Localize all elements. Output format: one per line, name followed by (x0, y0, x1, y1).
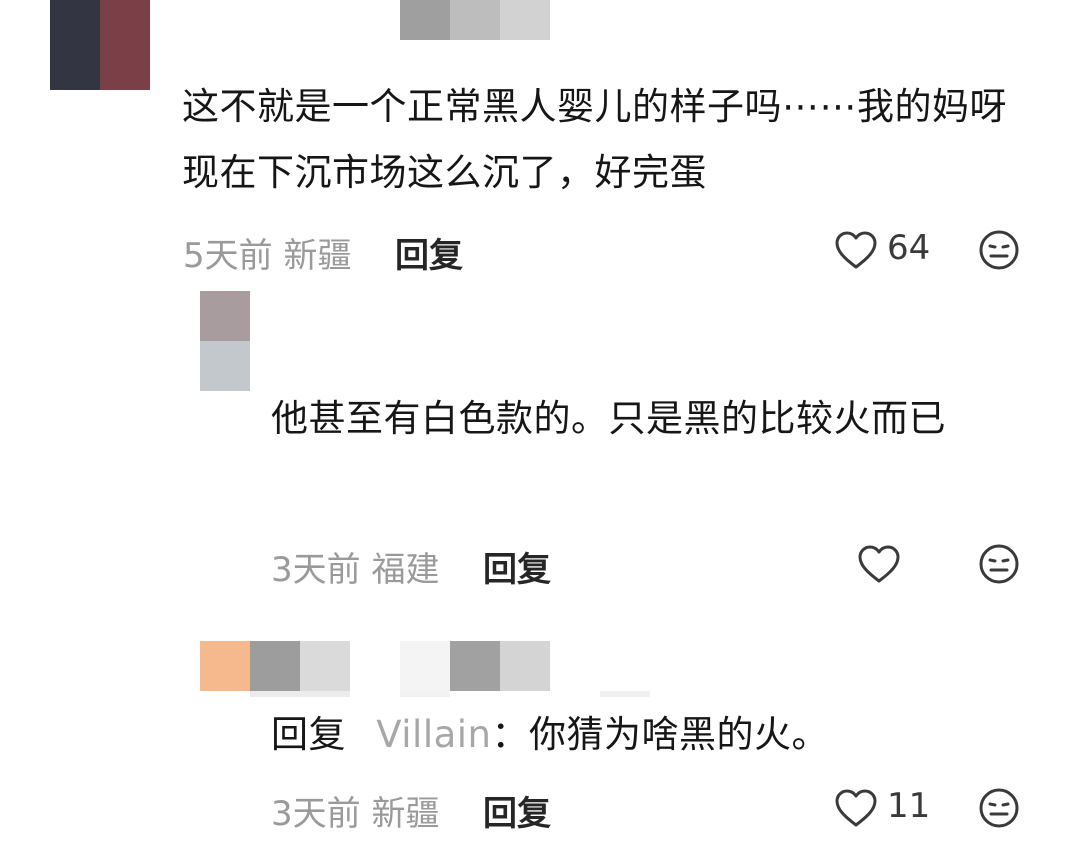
like-count: 64 (887, 228, 931, 268)
neutral-face-icon[interactable] (978, 543, 1020, 585)
avatar[interactable] (200, 291, 250, 391)
mosaic-residue (400, 691, 450, 697)
comment-text: 他甚至有白色款的。只是黑的比较火而已 (271, 397, 946, 440)
comment-text: 这不就是一个正常黑人婴儿的样子吗⋯⋯我的妈呀现在下沉市场这么沉了，好完蛋 (182, 85, 1007, 194)
reply-prefix: 回复 (271, 713, 346, 756)
neutral-face-icon[interactable] (978, 787, 1020, 829)
comment-meta: 3天前 新疆 (271, 794, 440, 834)
comment-text: 回复 Villain：你猜为啥黑的火。 (271, 702, 1041, 768)
heart-icon[interactable] (834, 788, 878, 828)
reply-to-username[interactable]: Villain (376, 713, 491, 756)
reply-button[interactable]: 回复 (483, 542, 551, 591)
reply-button[interactable]: 回复 (483, 786, 551, 835)
avatar[interactable] (200, 641, 350, 691)
username-redacted[interactable] (400, 0, 550, 40)
heart-icon[interactable] (857, 544, 901, 584)
heart-icon[interactable] (834, 230, 878, 270)
mosaic-residue (250, 691, 350, 697)
mosaic-residue (600, 691, 650, 697)
avatar[interactable] (50, 0, 150, 90)
comment-meta: 3天前 福建 (271, 550, 440, 590)
like-count: 11 (887, 786, 931, 826)
neutral-face-icon[interactable] (978, 229, 1020, 271)
username-redacted[interactable] (400, 641, 550, 691)
reply-text: ：你猜为啥黑的火。 (491, 713, 830, 756)
reply-button[interactable]: 回复 (395, 228, 463, 277)
comment-meta: 5天前 新疆 (183, 236, 352, 276)
